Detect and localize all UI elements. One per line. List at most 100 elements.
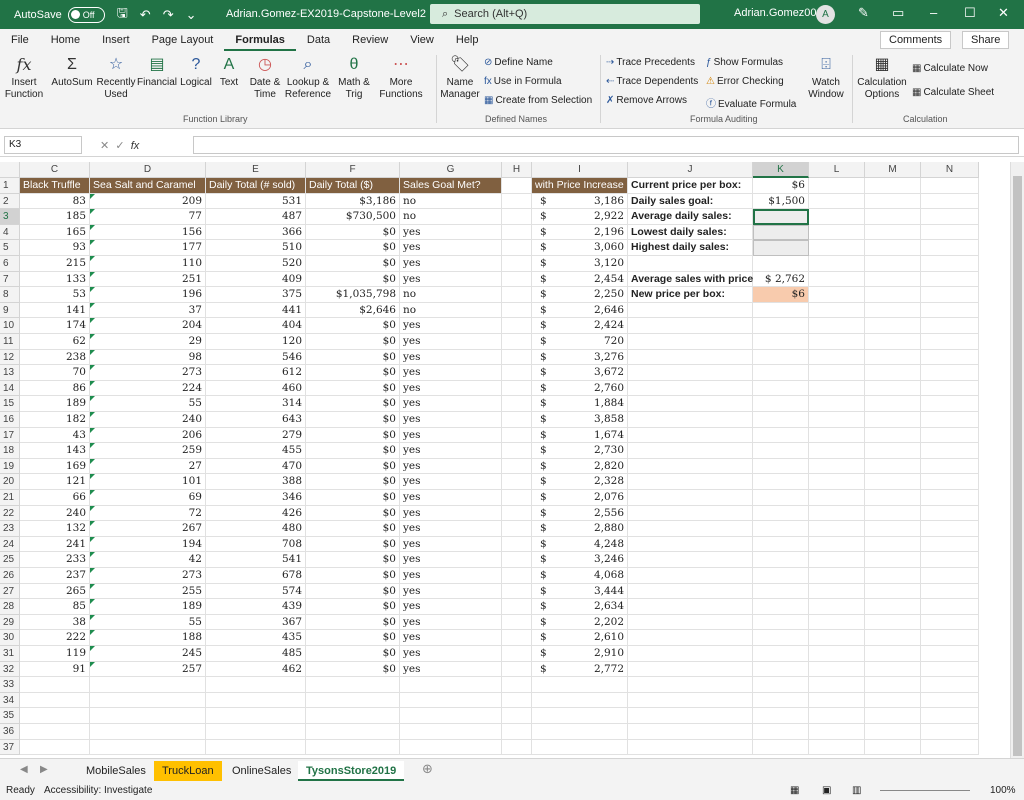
cell-n35[interactable] <box>921 708 979 724</box>
use-in-formula-button[interactable]: fx Use in Formula <box>484 76 562 87</box>
cell-h33[interactable] <box>502 677 532 693</box>
cell-f8[interactable]: $1,035,798 <box>306 287 400 303</box>
cell-l3[interactable] <box>809 209 865 225</box>
cell-i8[interactable]: $2,250 <box>532 287 628 303</box>
scrollbar-thumb[interactable] <box>1013 176 1022 756</box>
error-checking-button[interactable]: ⚠ Error Checking <box>706 76 784 87</box>
cell-d16[interactable]: 240 <box>90 412 206 428</box>
cell-h31[interactable] <box>502 646 532 662</box>
cell-d12[interactable]: 98 <box>90 349 206 366</box>
cell-l16[interactable] <box>809 412 865 428</box>
cell-m22[interactable] <box>865 505 921 522</box>
cell-g33[interactable] <box>400 677 502 693</box>
row-header-14[interactable]: 14 <box>0 380 20 397</box>
cell-j14[interactable] <box>628 380 753 397</box>
cell-n5[interactable] <box>921 240 979 256</box>
cell-f36[interactable] <box>306 724 400 740</box>
cell-m1[interactable] <box>865 178 921 194</box>
cell-l36[interactable] <box>809 724 865 740</box>
zoom-slider[interactable] <box>880 790 970 791</box>
cell-d20[interactable]: 101 <box>90 474 206 490</box>
cell-m30[interactable] <box>865 630 921 646</box>
cell-e33[interactable] <box>206 677 306 693</box>
cell-f22[interactable]: $0 <box>306 505 400 522</box>
cell-k3[interactable] <box>753 209 809 225</box>
cell-l7[interactable] <box>809 271 865 288</box>
cell-m6[interactable] <box>865 256 921 272</box>
cell-j29[interactable] <box>628 614 753 631</box>
cell-k2[interactable]: $1,500 <box>753 193 809 210</box>
cell-k36[interactable] <box>753 724 809 740</box>
column-header-e[interactable]: E <box>206 162 306 178</box>
row-header-18[interactable]: 18 <box>0 443 20 459</box>
row-header-13[interactable]: 13 <box>0 365 20 381</box>
more-functions-button[interactable]: ⋯ More Functions <box>376 55 426 101</box>
cell-l32[interactable] <box>809 661 865 678</box>
cell-c19[interactable]: 169 <box>20 458 90 475</box>
cell-g22[interactable]: yes <box>400 505 502 522</box>
autosum-button[interactable]: Σ AutoSum <box>50 55 94 89</box>
cell-c34[interactable] <box>20 692 90 709</box>
cell-n23[interactable] <box>921 521 979 537</box>
cell-k13[interactable] <box>753 365 809 381</box>
cell-k37[interactable] <box>753 739 809 756</box>
cell-f35[interactable] <box>306 708 400 724</box>
cell-f7[interactable]: $0 <box>306 271 400 288</box>
cell-c20[interactable]: 121 <box>20 474 90 490</box>
cell-e2[interactable]: 531 <box>206 193 306 210</box>
cell-k5[interactable] <box>753 240 809 256</box>
cell-i28[interactable]: $2,634 <box>532 599 628 615</box>
cell-d24[interactable]: 194 <box>90 536 206 553</box>
cell-g15[interactable]: yes <box>400 396 502 412</box>
cell-j1[interactable]: Current price per box: <box>628 178 753 194</box>
cell-d32[interactable]: 257 <box>90 661 206 678</box>
cell-c35[interactable] <box>20 708 90 724</box>
row-header-5[interactable]: 5 <box>0 240 20 256</box>
cell-i32[interactable]: $2,772 <box>532 661 628 678</box>
cell-e12[interactable]: 546 <box>206 349 306 366</box>
cell-i5[interactable]: $3,060 <box>532 240 628 256</box>
insert-function-button[interactable]: fx Insert Function <box>4 55 44 101</box>
cell-c36[interactable] <box>20 724 90 740</box>
cell-k15[interactable] <box>753 396 809 412</box>
cell-g30[interactable]: yes <box>400 630 502 646</box>
cell-m27[interactable] <box>865 583 921 600</box>
cell-g3[interactable]: no <box>400 209 502 225</box>
cell-g6[interactable]: yes <box>400 256 502 272</box>
row-header-24[interactable]: 24 <box>0 536 20 553</box>
row-header-3[interactable]: 3 <box>0 209 20 225</box>
cell-f23[interactable]: $0 <box>306 521 400 537</box>
sheet-tab-mobilesales[interactable]: MobileSales <box>78 761 154 781</box>
page-break-icon[interactable]: ▥ <box>852 782 861 800</box>
row-header-22[interactable]: 22 <box>0 505 20 522</box>
cell-m12[interactable] <box>865 349 921 366</box>
cell-n18[interactable] <box>921 443 979 459</box>
cell-d17[interactable]: 206 <box>90 427 206 444</box>
cell-n2[interactable] <box>921 193 979 210</box>
cell-h17[interactable] <box>502 427 532 444</box>
cell-j11[interactable] <box>628 334 753 350</box>
cell-g21[interactable]: yes <box>400 490 502 506</box>
cell-i35[interactable] <box>532 708 628 724</box>
cell-f33[interactable] <box>306 677 400 693</box>
cell-k20[interactable] <box>753 474 809 490</box>
cell-d5[interactable]: 177 <box>90 240 206 256</box>
cell-j18[interactable] <box>628 443 753 459</box>
cell-l22[interactable] <box>809 505 865 522</box>
cell-e19[interactable]: 470 <box>206 458 306 475</box>
cell-n8[interactable] <box>921 287 979 303</box>
cell-j21[interactable] <box>628 490 753 506</box>
cell-f18[interactable]: $0 <box>306 443 400 459</box>
row-header-36[interactable]: 36 <box>0 724 20 740</box>
cell-m26[interactable] <box>865 568 921 584</box>
calculation-options-button[interactable]: ▦ Calculation Options <box>856 55 908 101</box>
cell-m29[interactable] <box>865 614 921 631</box>
cell-f3[interactable]: $730,500 <box>306 209 400 225</box>
row-header-4[interactable]: 4 <box>0 224 20 241</box>
cell-d30[interactable]: 188 <box>90 630 206 646</box>
cell-e15[interactable]: 314 <box>206 396 306 412</box>
cell-f19[interactable]: $0 <box>306 458 400 475</box>
cell-l14[interactable] <box>809 380 865 397</box>
cell-h24[interactable] <box>502 536 532 553</box>
cell-d25[interactable]: 42 <box>90 552 206 568</box>
